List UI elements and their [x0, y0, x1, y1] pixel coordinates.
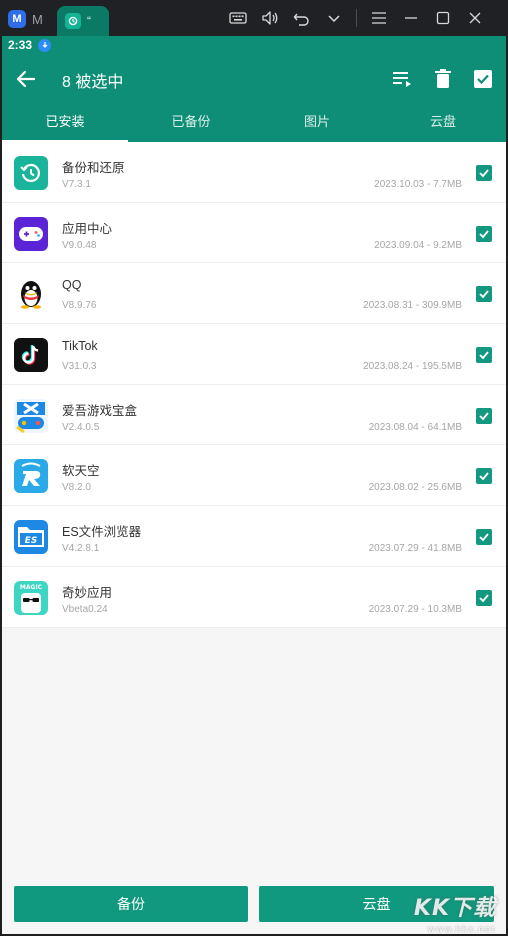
magic-app-icon: MAGIC: [14, 580, 48, 615]
list-item[interactable]: 爱吾游戏宝盒 V2.4.0.5 2023.08.04 - 64.1MB: [2, 385, 506, 446]
app-version: V4.2.8.1: [62, 543, 100, 555]
status-time: 2:33: [8, 38, 33, 52]
app-date-size: 2023.07.29 - 41.8MB: [368, 543, 462, 555]
list-item[interactable]: QQ V8.9.76 2023.08.31 - 309.9MB: [2, 263, 506, 325]
app-version: V7.3.1: [62, 179, 91, 190]
checkbox-checked[interactable]: [476, 529, 492, 546]
app-date-size: 2023.08.24 - 195.5MB: [363, 361, 462, 373]
app-date-size: 2023.08.04 - 64.1MB: [368, 421, 462, 433]
app-name: 软天空: [62, 464, 100, 479]
ruantiankong-icon: [14, 459, 48, 494]
list-item[interactable]: 备份和还原 V7.3.1 2023.10.03 - 7.7MB: [2, 142, 506, 203]
checkbox-checked[interactable]: [476, 165, 492, 181]
checkbox-checked[interactable]: [476, 468, 492, 485]
checkbox-checked[interactable]: [476, 286, 492, 303]
app-version: Vbeta0.24: [62, 603, 108, 615]
chevron-down-icon[interactable]: [318, 0, 350, 36]
app-tab-label: “: [87, 14, 91, 28]
undo-icon[interactable]: [286, 0, 318, 36]
app-version: V8.9.76: [62, 300, 97, 312]
app-date-size: 2023.08.02 - 25.6MB: [368, 482, 462, 494]
backup-button[interactable]: 备份: [14, 886, 248, 922]
watermark-logo: KK下载: [413, 896, 496, 921]
app-date-size: 2023.09.04 - 9.2MB: [374, 239, 462, 251]
checkbox-checked[interactable]: [476, 225, 492, 242]
emulator-logo-icon: M: [8, 10, 26, 28]
app-name: 备份和还原: [62, 161, 125, 175]
app-bar: 8 被选中: [2, 54, 506, 104]
phone-screen: 2:33 8 被选中 已安装 已备份 图片 云盘 备份和还原 V7.3.1 20…: [2, 36, 506, 934]
list-item[interactable]: 软天空 V8.2.0 2023.08.02 - 25.6MB: [2, 445, 506, 507]
tab-backed-up[interactable]: 已备份: [128, 104, 254, 142]
qq-penguin-icon: [14, 277, 48, 312]
app-name: TikTok: [62, 339, 98, 354]
app-name: 爱吾游戏宝盒: [62, 403, 138, 418]
app-name: QQ: [62, 278, 82, 293]
app-name: ES文件浏览器: [62, 525, 142, 540]
app-name: 应用中心: [62, 221, 113, 236]
tab-images[interactable]: 图片: [254, 104, 380, 142]
svg-text:ES: ES: [25, 536, 38, 546]
list-item[interactable]: MAGIC 奇妙应用 Vbeta0.24 2023.07.29 - 10.3MB: [2, 567, 506, 628]
tab-installed[interactable]: 已安装: [2, 104, 128, 142]
toolbar-divider: [356, 9, 357, 27]
menu-icon[interactable]: [363, 0, 395, 36]
select-all-checkbox-icon[interactable]: [471, 67, 495, 91]
download-icon: [38, 38, 52, 52]
app-version: V2.4.0.5: [62, 421, 100, 433]
svg-text:MAGIC: MAGIC: [20, 584, 43, 591]
app-name: 奇妙应用: [62, 585, 113, 600]
maximize-icon[interactable]: [427, 0, 459, 36]
list-item[interactable]: 应用中心 V9.0.48 2023.09.04 - 9.2MB: [2, 203, 506, 264]
app-date-size: 2023.08.31 - 309.9MB: [363, 300, 462, 312]
app-list: 备份和还原 V7.3.1 2023.10.03 - 7.7MB 应用中心 V9.…: [2, 142, 506, 628]
emulator-title-bar: M M “: [0, 0, 508, 36]
tiktok-icon: [14, 338, 48, 373]
app-version: V9.0.48: [62, 239, 97, 251]
close-icon[interactable]: [459, 0, 491, 36]
emulator-tab-app[interactable]: “: [57, 6, 109, 36]
backup-restore-icon: [14, 156, 48, 190]
checkbox-checked[interactable]: [476, 589, 492, 606]
app-version: V31.0.3: [62, 361, 97, 373]
app-date-size: 2023.10.03 - 7.7MB: [374, 179, 462, 190]
game-controller-icon: [14, 216, 48, 251]
aiwu-game-box-icon: [14, 398, 48, 433]
tab-cloud[interactable]: 云盘: [380, 104, 506, 142]
list-item[interactable]: ES ES文件浏览器 V4.2.8.1 2023.07.29 - 41.8MB: [2, 506, 506, 567]
checkbox-checked[interactable]: [476, 347, 492, 364]
status-bar: 2:33: [2, 36, 506, 54]
delete-icon[interactable]: [431, 67, 455, 91]
checkbox-checked[interactable]: [476, 407, 492, 424]
es-file-explorer-icon: ES: [14, 520, 48, 555]
selection-title: 8 被选中: [62, 74, 124, 91]
app-date-size: 2023.07.29 - 10.3MB: [368, 603, 462, 615]
list-item[interactable]: TikTok V31.0.3 2023.08.24 - 195.5MB: [2, 324, 506, 385]
app-tab-icon: [65, 13, 81, 29]
emulator-tab-home[interactable]: M M: [8, 6, 54, 32]
app-version: V8.2.0: [62, 482, 91, 494]
category-tabs: 已安装 已备份 图片 云盘: [2, 104, 506, 142]
emulator-tab-label: M: [32, 11, 43, 27]
keyboard-icon[interactable]: [222, 0, 254, 36]
sort-list-icon[interactable]: [390, 67, 414, 91]
volume-icon[interactable]: [254, 0, 286, 36]
watermark: KK下载 www.kkx.net: [404, 886, 504, 936]
minimize-icon[interactable]: [395, 0, 427, 36]
back-arrow-icon[interactable]: [14, 67, 38, 91]
watermark-url: www.kkx.net: [427, 925, 496, 935]
